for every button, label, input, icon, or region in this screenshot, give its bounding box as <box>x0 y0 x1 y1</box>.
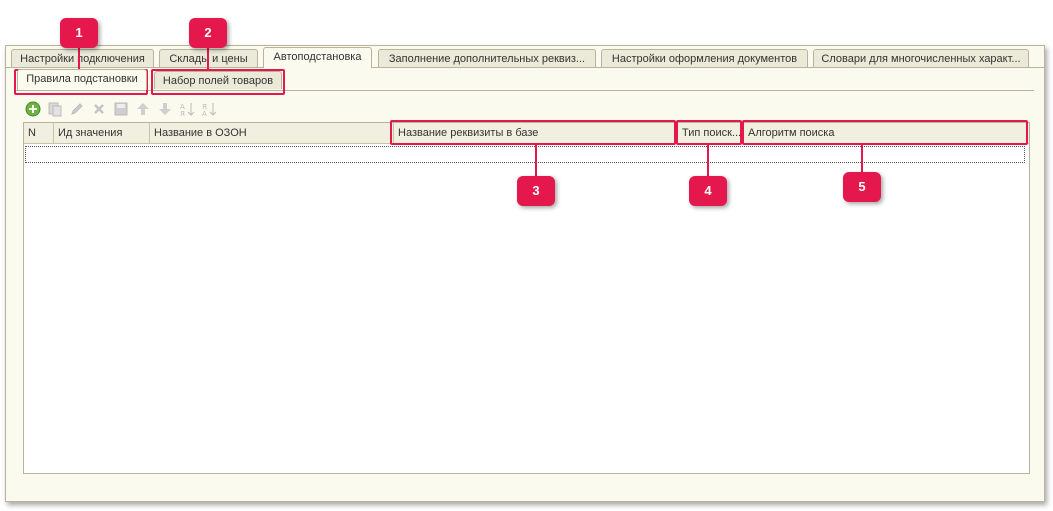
highlight-search-algorithm-column <box>742 120 1028 145</box>
tab-substitution-rules[interactable]: Правила подстановки <box>17 69 147 90</box>
tab-dictionaries[interactable]: Словари для многочисленных характ... <box>813 49 1029 67</box>
main-tab-divider <box>6 67 1044 68</box>
tab-document-settings[interactable]: Настройки оформления документов <box>601 49 808 67</box>
highlight-product-field-set-tab <box>151 69 285 95</box>
table-row[interactable] <box>25 146 1025 163</box>
callout-5: 5 <box>843 172 881 202</box>
column-value-id[interactable]: Ид значения <box>54 123 150 143</box>
tab-connection-settings[interactable]: Настройки подключения <box>11 49 154 67</box>
copy-icon[interactable] <box>46 100 64 118</box>
form-window: Настройки подключения Склады и цены Авто… <box>5 45 1045 502</box>
save-icon[interactable] <box>112 100 130 118</box>
delete-icon[interactable] <box>90 100 108 118</box>
svg-text:Я: Я <box>180 110 185 117</box>
callout-3-stem <box>535 145 537 179</box>
callout-3: 3 <box>517 176 555 206</box>
callout-2: 2 <box>189 18 227 48</box>
callout-5-stem <box>861 145 863 175</box>
callout-4: 4 <box>689 176 727 206</box>
move-down-icon[interactable] <box>156 100 174 118</box>
highlight-search-type-column <box>676 120 742 145</box>
callout-1: 1 <box>60 18 98 48</box>
edit-icon[interactable] <box>68 100 86 118</box>
sort-desc-icon[interactable]: ЯA <box>200 100 218 118</box>
callout-4-stem <box>707 145 709 179</box>
svg-text:A: A <box>202 110 207 117</box>
move-up-icon[interactable] <box>134 100 152 118</box>
tab-additional-attributes[interactable]: Заполнение дополнительных реквиз... <box>378 49 596 67</box>
column-n[interactable]: N <box>24 123 54 143</box>
highlight-base-attribute-column <box>390 120 676 145</box>
column-ozon-name[interactable]: Название в ОЗОН <box>150 123 394 143</box>
sort-asc-icon[interactable]: AЯ <box>178 100 196 118</box>
add-icon[interactable] <box>24 100 42 118</box>
tab-autosubstitution[interactable]: Автоподстановка <box>263 47 372 68</box>
